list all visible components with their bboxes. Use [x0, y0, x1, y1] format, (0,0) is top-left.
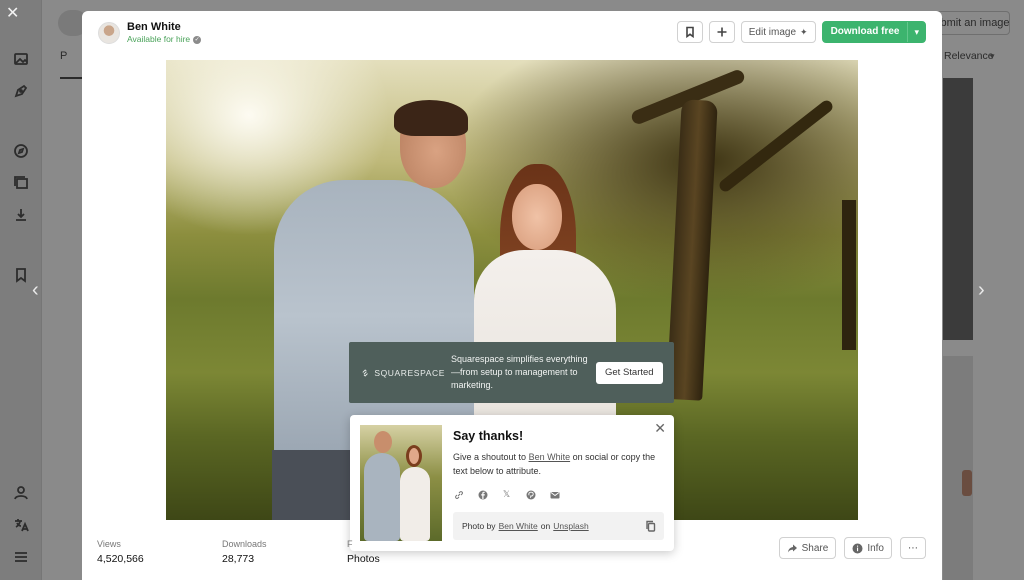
bookmark-button[interactable]: [676, 21, 703, 43]
user-icon[interactable]: [12, 484, 30, 502]
next-arrow-icon[interactable]: ›: [978, 280, 985, 300]
bookmark-icon[interactable]: [12, 266, 30, 284]
ad-text: Squarespace simplifies everything—from s…: [451, 354, 588, 390]
menu-icon[interactable]: [12, 548, 30, 566]
stat-label: F: [347, 539, 353, 549]
bookmark-icon: [685, 26, 694, 38]
attr-author-link[interactable]: Ben White: [499, 521, 538, 531]
background-photo: [943, 356, 973, 580]
photo-man: [272, 450, 352, 520]
compass-icon[interactable]: [12, 142, 30, 160]
modal-toolbar: Edit image ✦ Download free ▾: [676, 21, 926, 43]
author-link[interactable]: Ben White: [529, 452, 571, 462]
link-icon[interactable]: [453, 489, 464, 500]
email-icon[interactable]: [549, 489, 560, 500]
sort-relevance[interactable]: Relevance: [944, 50, 994, 62]
photo-thumbnail: [360, 425, 442, 541]
get-started-button[interactable]: Get Started: [596, 361, 663, 384]
say-thanks-description: Give a shoutout to Ben White on social o…: [453, 450, 665, 478]
chevron-down-icon: ▾: [990, 51, 995, 61]
edit-image-label: Edit image: [748, 26, 797, 38]
photo-tree: [842, 200, 856, 350]
chevron-down-icon[interactable]: ▾: [908, 22, 925, 42]
attr-prefix: Photo by: [462, 521, 496, 531]
pen-icon[interactable]: [12, 82, 30, 100]
squarespace-icon: [362, 368, 368, 377]
close-icon[interactable]: ✕: [654, 421, 666, 435]
sparkle-icon: ✦: [800, 26, 808, 37]
photo-modal: Ben White Available for hire ✓ Edit imag…: [82, 11, 942, 580]
stat-downloads: Downloads 28,773: [222, 538, 267, 567]
stat-featured: F Photos: [347, 538, 380, 567]
stat-value[interactable]: Photos: [347, 552, 380, 567]
info-icon: [852, 543, 863, 553]
stat-label: Views: [97, 539, 121, 549]
share-button[interactable]: Share: [778, 537, 837, 559]
hire-status-label: Available for hire: [127, 34, 191, 44]
more-button[interactable]: ⋯: [900, 537, 926, 559]
say-thanks-title: Say thanks!: [453, 429, 524, 443]
attribution-text[interactable]: Photo by Ben White on Unsplash: [453, 512, 664, 540]
desc-before: Give a shoutout to: [453, 452, 527, 462]
bottom-actions: Share Info ⋯: [778, 537, 926, 559]
download-label[interactable]: Download free: [823, 22, 909, 42]
squarespace-ad[interactable]: SQUARESPACE Squarespace simplifies every…: [349, 342, 674, 403]
attr-site-link[interactable]: Unsplash: [553, 521, 588, 531]
close-icon[interactable]: ✕: [6, 6, 19, 22]
share-label: Share: [801, 542, 829, 554]
background-tab-underline: [60, 77, 82, 79]
download-button[interactable]: Download free ▾: [821, 21, 926, 43]
background-photo-detail: [962, 470, 972, 496]
attr-on: on: [540, 521, 551, 531]
info-button[interactable]: Info: [844, 537, 892, 559]
stat-views: Views 4,520,566: [97, 538, 144, 567]
download-icon[interactable]: [12, 206, 30, 224]
share-arrow-icon: [787, 544, 797, 552]
image-icon[interactable]: [12, 50, 30, 68]
thumb-woman: [406, 445, 422, 467]
translate-icon[interactable]: [12, 516, 30, 534]
photo-tree: [717, 98, 835, 194]
stat-label: Downloads: [222, 539, 267, 549]
background-photo: [943, 78, 973, 340]
check-icon: ✓: [193, 35, 202, 44]
photo-man: [394, 100, 468, 136]
copy-icon[interactable]: [645, 520, 656, 532]
author-block[interactable]: Ben White Available for hire ✓: [98, 21, 202, 45]
thumb-man: [364, 453, 400, 541]
facebook-icon[interactable]: [477, 489, 488, 500]
author-name[interactable]: Ben White: [127, 21, 201, 34]
previous-arrow-icon[interactable]: ‹: [32, 280, 39, 300]
say-thanks-popup: ✕ Say thanks! Give a shoutout to Ben Whi…: [350, 415, 674, 551]
edit-image-button[interactable]: Edit image ✦: [740, 21, 816, 43]
collection-icon[interactable]: [12, 174, 30, 192]
ad-brand: SQUARESPACE: [374, 367, 445, 378]
squarespace-logo: SQUARESPACE: [361, 366, 445, 380]
thumb-man: [374, 431, 392, 453]
x-icon[interactable]: 𝕏: [501, 489, 512, 500]
share-icons: 𝕏: [453, 489, 560, 500]
photo-woman: [512, 184, 562, 250]
thumb-woman: [400, 467, 430, 541]
stat-value: 4,520,566: [97, 553, 144, 565]
more-icon: ⋯: [908, 542, 918, 554]
info-label: Info: [867, 542, 884, 554]
pinterest-icon[interactable]: [525, 489, 536, 500]
add-to-collection-button[interactable]: [708, 21, 735, 43]
stat-value: 28,773: [222, 553, 255, 565]
plus-icon: [717, 27, 727, 37]
hire-status: Available for hire ✓: [127, 34, 202, 45]
background-tab-fragment: P: [60, 50, 68, 62]
avatar[interactable]: [98, 22, 120, 44]
